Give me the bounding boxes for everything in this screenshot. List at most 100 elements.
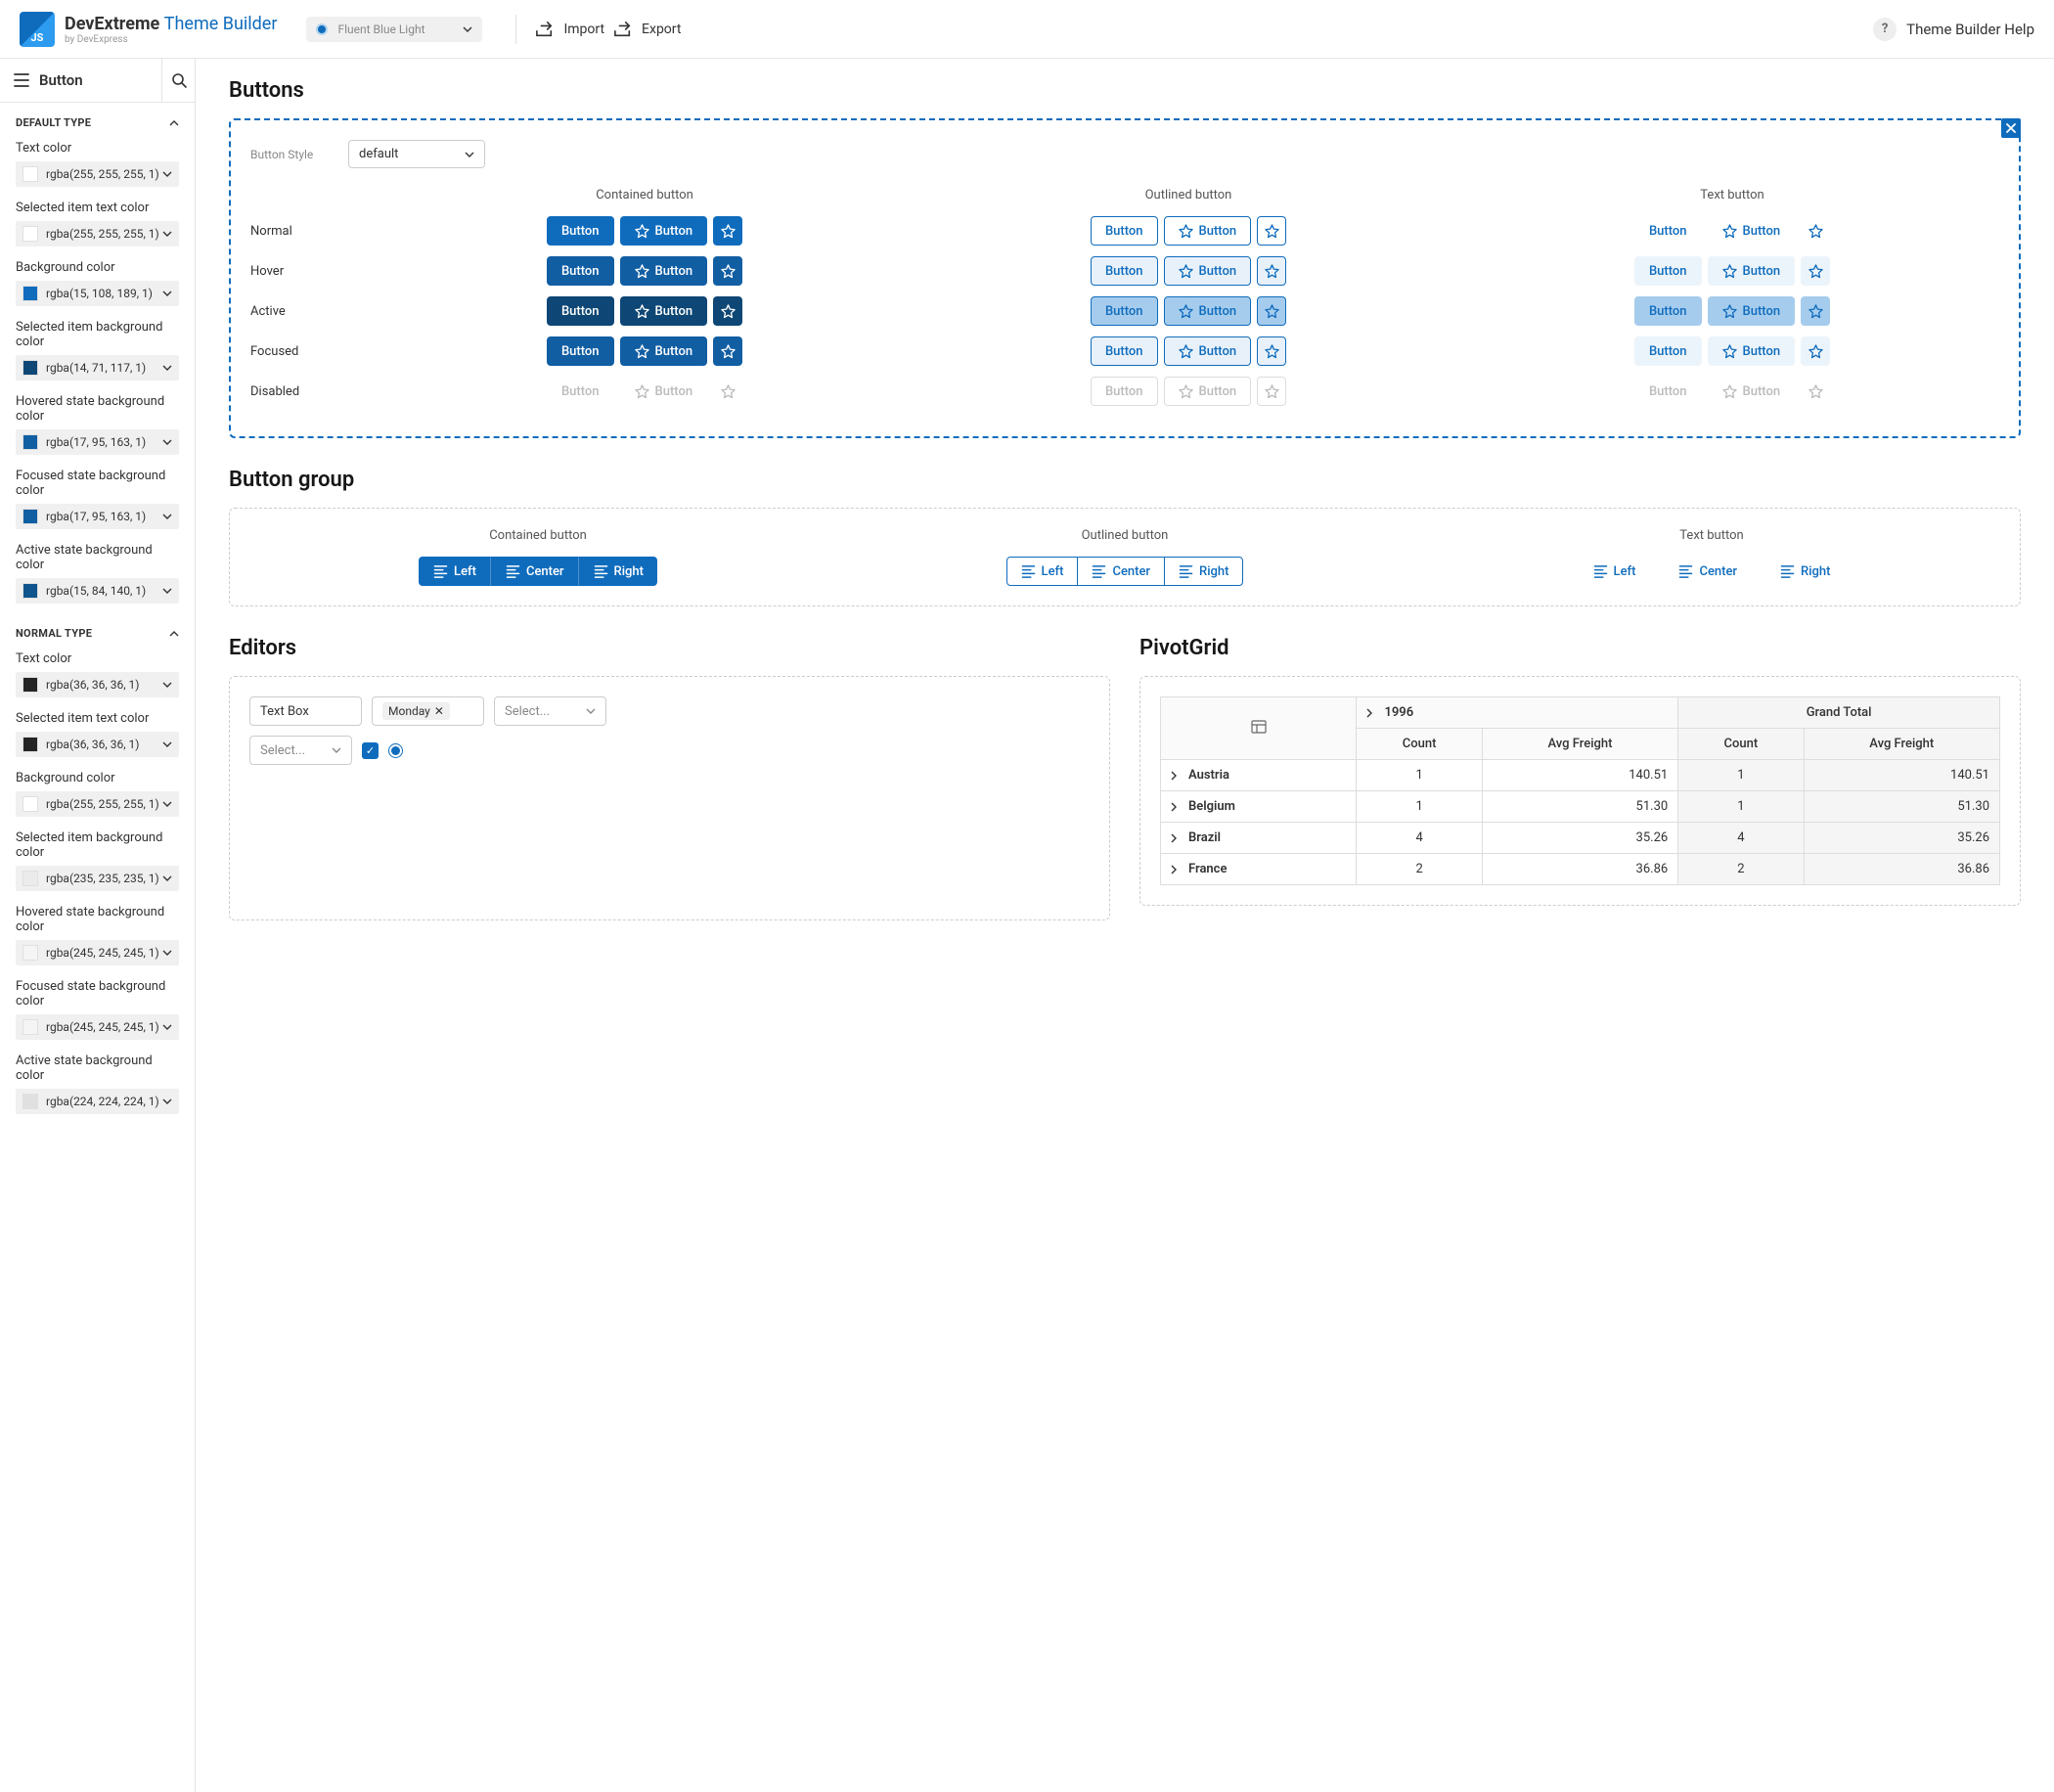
color-input[interactable]: rgba(17, 95, 163, 1) <box>16 429 179 455</box>
contained-button-with-icon[interactable]: Button <box>620 256 708 286</box>
color-input[interactable]: rgba(245, 245, 245, 1) <box>16 940 179 965</box>
button-group-item[interactable]: Right <box>1164 557 1243 586</box>
pivot-row-header[interactable]: Austria <box>1161 760 1357 791</box>
text-button-with-icon[interactable]: Button <box>1708 336 1796 366</box>
radio-button[interactable] <box>388 743 403 758</box>
outlined-button-with-icon[interactable]: Button <box>1164 296 1252 326</box>
contained-icon-button[interactable] <box>713 296 742 326</box>
button-style-select[interactable]: default <box>348 140 485 168</box>
pivot-row-header[interactable]: France <box>1161 854 1357 885</box>
text-icon-button[interactable] <box>1801 336 1830 366</box>
chevron-down-icon <box>162 437 172 447</box>
outlined-icon-button[interactable] <box>1257 216 1286 246</box>
pivot-row-header[interactable]: Belgium <box>1161 791 1357 823</box>
contained-button[interactable]: Button <box>547 216 614 246</box>
text-button[interactable]: Button <box>1634 336 1702 366</box>
contained-button[interactable]: Button <box>547 256 614 286</box>
theme-selector[interactable]: Fluent Blue Light <box>306 17 482 42</box>
color-input[interactable]: rgba(255, 255, 255, 1) <box>16 791 179 817</box>
outlined-icon-button[interactable] <box>1257 296 1286 326</box>
button-group-item[interactable]: Center <box>1664 557 1752 586</box>
text-icon-button[interactable] <box>1801 296 1830 326</box>
help-link[interactable]: ? Theme Builder Help <box>1873 18 2034 41</box>
text-button[interactable]: Button <box>1634 256 1702 286</box>
tag-box[interactable]: Monday✕ <box>372 696 484 726</box>
text-button-with-icon[interactable]: Button <box>1708 256 1796 286</box>
color-input[interactable]: rgba(14, 71, 117, 1) <box>16 355 179 381</box>
export-button[interactable]: Export <box>608 17 685 42</box>
chevron-up-icon <box>169 629 179 639</box>
outlined-button[interactable]: Button <box>1091 296 1158 326</box>
contained-button-with-icon: Button <box>620 377 708 406</box>
sidebar-title[interactable]: Button <box>0 60 161 101</box>
pivot-row-header[interactable]: Brazil <box>1161 823 1357 854</box>
logo-icon: JS <box>20 12 55 47</box>
outlined-button-with-icon[interactable]: Button <box>1164 256 1252 286</box>
contained-button[interactable]: Button <box>547 296 614 326</box>
chevron-down-icon <box>162 229 172 239</box>
contained-button-with-icon[interactable]: Button <box>620 336 708 366</box>
buttons-panel[interactable]: Button Style default Contained button Ou… <box>229 118 2021 438</box>
text-icon-button[interactable] <box>1801 216 1830 246</box>
button-group-item[interactable]: Right <box>579 557 657 586</box>
color-input[interactable]: rgba(36, 36, 36, 1) <box>16 732 179 757</box>
pivot-col-header[interactable]: 1996 <box>1357 697 1678 729</box>
search-button[interactable] <box>161 59 195 102</box>
contained-button-with-icon[interactable]: Button <box>620 296 708 326</box>
button-group-item[interactable]: Left <box>1579 557 1651 586</box>
outlined-button-with-icon[interactable]: Button <box>1164 216 1252 246</box>
outlined-button[interactable]: Button <box>1091 336 1158 366</box>
contained-icon-button[interactable] <box>713 256 742 286</box>
contained-button[interactable]: Button <box>547 336 614 366</box>
text-button[interactable]: Button <box>1634 296 1702 326</box>
outlined-icon-button[interactable] <box>1257 336 1286 366</box>
color-input[interactable]: rgba(224, 224, 224, 1) <box>16 1089 179 1114</box>
contained-button-with-icon[interactable]: Button <box>620 216 708 246</box>
color-input[interactable]: rgba(15, 108, 189, 1) <box>16 281 179 306</box>
color-input[interactable]: rgba(245, 245, 245, 1) <box>16 1014 179 1040</box>
text-button[interactable]: Button <box>1634 216 1702 246</box>
tag-remove-icon[interactable]: ✕ <box>434 704 444 718</box>
button-group-panel[interactable]: Contained button Outlined button Text bu… <box>229 508 2021 606</box>
sidebar-group-header[interactable]: DEFAULT TYPE <box>0 103 195 137</box>
chevron-down-icon <box>586 706 596 716</box>
import-button[interactable]: Import <box>530 17 608 42</box>
color-swatch <box>22 360 38 376</box>
button-group-item[interactable]: Right <box>1765 557 1845 586</box>
close-button[interactable] <box>2001 118 2021 138</box>
outlined-icon-button[interactable] <box>1257 256 1286 286</box>
import-icon <box>534 21 556 38</box>
pivot-cell: 1 <box>1678 760 1804 791</box>
col-header: Outlined button <box>921 188 1455 202</box>
text-icon-button[interactable] <box>1801 256 1830 286</box>
outlined-button[interactable]: Button <box>1091 216 1158 246</box>
button-group-item[interactable]: Center <box>491 557 579 586</box>
text-button-with-icon[interactable]: Button <box>1708 216 1796 246</box>
checkbox[interactable]: ✓ <box>362 742 379 759</box>
button-group-item[interactable]: Left <box>419 557 491 586</box>
contained-icon-button[interactable] <box>713 216 742 246</box>
star-icon <box>1179 344 1193 359</box>
color-input[interactable]: rgba(15, 84, 140, 1) <box>16 578 179 604</box>
button-group-item[interactable]: Center <box>1077 557 1165 586</box>
color-input[interactable]: rgba(255, 255, 255, 1) <box>16 221 179 246</box>
select-box[interactable]: Select... <box>494 696 606 726</box>
color-input[interactable]: rgba(36, 36, 36, 1) <box>16 672 179 697</box>
color-input[interactable]: rgba(235, 235, 235, 1) <box>16 866 179 891</box>
lookup-select[interactable]: Select... <box>249 736 352 765</box>
color-input[interactable]: rgba(255, 255, 255, 1) <box>16 161 179 187</box>
button-group-item[interactable]: Left <box>1006 557 1079 586</box>
color-value: rgba(17, 95, 163, 1) <box>46 510 162 523</box>
pivot-subheader: Avg Freight <box>1804 729 1999 760</box>
pivotgrid-panel[interactable]: 1996 Grand Total Count Avg Freight Count… <box>1139 676 2021 906</box>
text-box[interactable]: Text Box <box>249 696 362 726</box>
chevron-right-icon <box>1171 865 1181 874</box>
text-button-with-icon[interactable]: Button <box>1708 296 1796 326</box>
sidebar-group-header[interactable]: NORMAL TYPE <box>0 613 195 648</box>
editors-panel[interactable]: Text Box Monday✕ Select... Select... ✓ <box>229 676 1110 920</box>
color-input[interactable]: rgba(17, 95, 163, 1) <box>16 504 179 529</box>
contained-icon-button[interactable] <box>713 336 742 366</box>
outlined-button[interactable]: Button <box>1091 256 1158 286</box>
field-chooser-button[interactable] <box>1161 697 1357 760</box>
outlined-button-with-icon[interactable]: Button <box>1164 336 1252 366</box>
